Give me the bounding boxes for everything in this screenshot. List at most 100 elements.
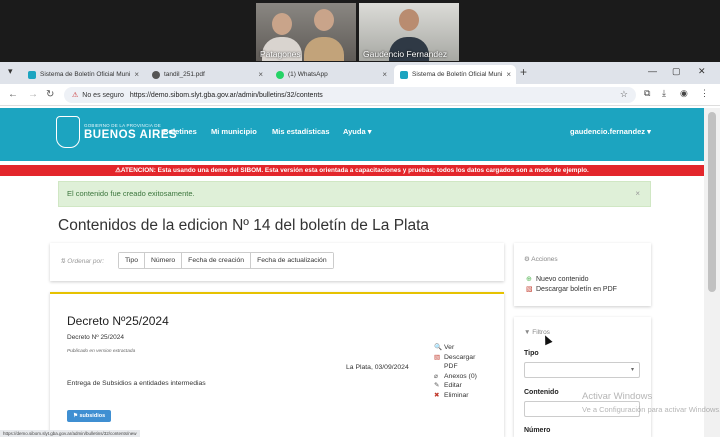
url-text: https://demo.sibom.slyt.gba.gov.ar/admin… <box>129 91 323 99</box>
success-message: El contenido fue creado exitosamente. <box>67 189 195 198</box>
actions-panel: ⚙ Acciones ⊕ Nuevo contenido ▧ Descargar… <box>514 243 651 306</box>
pdf-icon: ▧ <box>434 353 441 361</box>
watermark-subtitle: Ve a Configuración para activar Windows. <box>582 405 720 414</box>
user-menu[interactable]: gaudencio.fernandez ▾ <box>570 127 651 136</box>
watermark-title: Activar Windows <box>582 391 653 402</box>
close-alert-icon[interactable]: × <box>635 182 640 206</box>
content-description: Entrega de Subsidios a entidades interme… <box>67 380 206 387</box>
close-window-icon[interactable]: ✕ <box>698 66 706 77</box>
activate-windows-watermark: Activar Windows Ve a Configuración para … <box>582 391 720 414</box>
reload-icon[interactable]: ↻ <box>46 89 54 100</box>
not-secure-icon: ⚠ <box>72 92 79 99</box>
browser-tab-active[interactable]: Sistema de Boletín Oficial Muni × <box>394 65 516 84</box>
actions-header: ⚙ Acciones <box>524 256 558 263</box>
participant-tile-patagones: Patagones <box>256 3 356 61</box>
tab-label: (1) WhatsApp <box>288 71 328 78</box>
delete-action[interactable]: ✖ Eliminar <box>434 391 486 401</box>
content-note: Publicado en version extractada <box>67 349 136 354</box>
url-field[interactable]: ⚠ No es seguro https://demo.sibom.slyt.g… <box>64 87 636 103</box>
nav-boletines[interactable]: Boletines <box>163 127 197 136</box>
sort-button-group: Tipo Número Fecha de creación Fecha de a… <box>118 252 334 269</box>
tag-label: subsidios <box>79 413 106 419</box>
tab-label: Sistema de Boletín Oficial Muni <box>412 71 503 78</box>
sort-panel: ⇅ Ordenar por: Tipo Número Fecha de crea… <box>50 243 504 281</box>
magnifier-icon: 🔍 <box>434 344 443 351</box>
tab-label: tandil_251.pdf <box>164 71 205 78</box>
nav-mi-municipio[interactable]: Mi municipio <box>211 127 257 136</box>
page-scrollbar[interactable] <box>704 108 720 437</box>
browser-tab[interactable]: tandil_251.pdf × <box>146 65 268 84</box>
browser-tab[interactable]: (1) WhatsApp × <box>270 65 392 84</box>
bookmark-star-icon[interactable]: ☆ <box>620 89 628 100</box>
logo-small-text: GOBIERNO DE LA PROVINCIA DE <box>84 123 161 128</box>
tab-bar: Sistema de Boletín Oficial Muni × tandil… <box>0 62 720 84</box>
sort-by-update-date-button[interactable]: Fecha de actualización <box>251 253 333 268</box>
close-tab-icon[interactable]: × <box>258 70 263 79</box>
content-card: Decreto Nº25/2024 Decreto Nº 25/2024 Pub… <box>50 292 504 437</box>
close-tab-icon[interactable]: × <box>382 70 387 79</box>
pdf-icon: ▧ <box>526 286 533 293</box>
filter-contenido-label: Contenido <box>524 389 559 396</box>
download-icon[interactable]: ⤓ <box>662 88 666 99</box>
chevron-down-icon: ▾ <box>630 367 634 373</box>
security-label[interactable]: No es seguro <box>82 92 124 99</box>
new-tab-button[interactable]: + <box>520 65 527 79</box>
pdf-favicon-icon <box>152 70 160 79</box>
filter-numero-label: Número <box>524 427 551 434</box>
new-content-link[interactable]: ⊕ Nuevo contenido <box>526 275 589 284</box>
menu-kebab-icon[interactable]: ⋮ <box>700 88 709 99</box>
annexes-action[interactable]: ⌀ Anexos (0) <box>434 372 486 382</box>
minimize-icon[interactable]: — <box>648 66 657 76</box>
profile-icon[interactable]: ◉ <box>680 88 688 99</box>
sort-by-creation-date-button[interactable]: Fecha de creación <box>182 253 252 268</box>
edit-action[interactable]: ✎ Editar <box>434 381 486 391</box>
download-bulletin-label: Descargar boletín en PDF <box>536 285 617 293</box>
tag-badge[interactable]: ⚑ subsidios <box>67 410 112 422</box>
browser-tab[interactable]: Sistema de Boletín Oficial Muni × <box>22 65 144 84</box>
content-actions: 🔍 Ver ▧ Descargar PDF ⌀ Anexos (0) ✎ Edi… <box>434 343 486 401</box>
nav-mis-estadisticas[interactable]: Mis estadísticas <box>272 127 330 136</box>
action-label: Anexos (0) <box>444 372 477 380</box>
nav-ayuda[interactable]: Ayuda ▾ <box>343 127 372 136</box>
sort-by-tipo-button[interactable]: Tipo <box>119 253 145 268</box>
whatsapp-favicon-icon <box>276 70 284 79</box>
video-call-strip: Patagones Gaudencio Fernandez <box>0 0 720 62</box>
action-label: Editar <box>444 382 462 390</box>
success-alert: El contenido fue creado exitosamente. × <box>58 181 651 207</box>
view-action[interactable]: 🔍 Ver <box>434 343 486 353</box>
close-tab-icon[interactable]: × <box>134 70 139 79</box>
participant-name: Patagones <box>260 49 301 59</box>
maximize-icon[interactable]: ▢ <box>672 66 681 77</box>
close-tab-icon[interactable]: × <box>506 70 511 79</box>
download-bulletin-pdf-link[interactable]: ▧ Descargar boletín en PDF <box>526 285 617 294</box>
back-icon[interactable]: ← <box>8 89 18 100</box>
sort-label: ⇅ Ordenar por: <box>60 258 105 265</box>
site-favicon-icon <box>28 70 36 79</box>
content-subtitle: Decreto Nº 25/2024 <box>67 334 124 341</box>
action-label: Ver <box>444 344 455 351</box>
paperclip-icon: ⌀ <box>434 372 438 380</box>
address-bar: ← → ↻ ⚠ No es seguro https://demo.sibom.… <box>0 84 720 106</box>
browser-window: Sistema de Boletín Oficial Muni × tandil… <box>0 62 720 437</box>
province-shield-icon <box>56 116 80 148</box>
page-title: Contenidos de la edicion Nº 14 del bolet… <box>58 217 430 234</box>
sort-by-numero-button[interactable]: Número <box>144 253 183 268</box>
tab-label: Sistema de Boletín Oficial Muni <box>40 71 131 78</box>
tab-search-icon[interactable]: ▾ <box>8 66 13 77</box>
delete-icon: ✖ <box>434 391 440 399</box>
new-content-label: Nuevo contenido <box>536 275 589 283</box>
status-bar-url: https://demo.sibom.slyt.gba.gov.ar/admin… <box>0 430 140 437</box>
filter-tipo-select[interactable]: ▾ <box>524 362 640 378</box>
demo-warning-banner: ⚠ATENCION: Esta usando una demo del SIBO… <box>0 165 704 176</box>
scrollbar-thumb[interactable] <box>708 112 716 292</box>
participant-tile-gaudencio: Gaudencio Fernandez <box>359 3 459 61</box>
participant-name: Gaudencio Fernandez <box>363 49 448 59</box>
download-pdf-action[interactable]: ▧ Descargar PDF <box>434 353 486 372</box>
site-header: GOBIERNO DE LA PROVINCIA DE BUENOS AIRES… <box>0 108 704 161</box>
forward-icon[interactable]: → <box>28 89 38 100</box>
action-label: Eliminar <box>444 391 469 399</box>
plus-circle-icon: ⊕ <box>526 276 532 283</box>
content-title: Decreto Nº25/2024 <box>67 314 169 328</box>
extensions-icon[interactable]: ⧉ <box>644 88 650 99</box>
filters-panel: ▼ Filtros Tipo ▾ Contenido Número <box>514 317 651 437</box>
